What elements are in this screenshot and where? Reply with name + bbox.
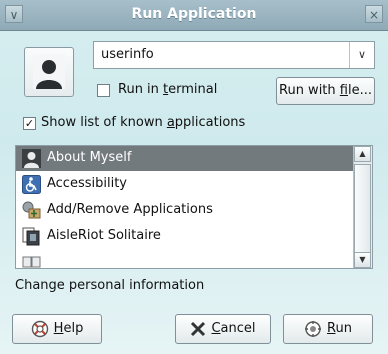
- cancel-icon: [191, 321, 206, 336]
- run-in-terminal-checkbox[interactable]: [97, 84, 110, 97]
- applications-list[interactable]: About Myself Accessibility Add/Remove Ap…: [15, 145, 373, 269]
- title-bar[interactable]: ∨ Run Application ×: [0, 0, 388, 31]
- show-list-label[interactable]: Show list of known applications: [41, 115, 245, 130]
- run-application-dialog: ∨ Run Application × userinfo ∨ Run in te…: [0, 0, 388, 354]
- list-item[interactable]: Accessibility: [16, 172, 355, 197]
- run-with-file-button[interactable]: Run with file...: [276, 77, 375, 105]
- application-icon: [24, 47, 74, 97]
- close-icon: ×: [368, 8, 380, 22]
- list-item[interactable]: [16, 250, 355, 268]
- close-button[interactable]: ×: [365, 5, 383, 23]
- scroll-down-button[interactable]: ▼: [354, 252, 371, 268]
- run-button[interactable]: Run: [283, 314, 373, 344]
- run-in-terminal-label[interactable]: Run in terminal: [118, 82, 217, 97]
- package-icon: [22, 201, 41, 219]
- list-item[interactable]: About Myself: [16, 146, 355, 171]
- cards-icon: [22, 227, 40, 246]
- window-title: Run Application: [131, 6, 257, 22]
- person-icon: [22, 149, 41, 168]
- status-description: Change personal information: [15, 278, 205, 293]
- list-item[interactable]: AisleRiot Solitaire: [16, 224, 355, 249]
- chevron-down-icon[interactable]: ∨: [349, 42, 374, 68]
- show-list-checkbox[interactable]: ✓: [23, 117, 36, 130]
- command-input[interactable]: userinfo: [101, 47, 154, 62]
- list-item[interactable]: Add/Remove Applications: [16, 198, 355, 223]
- list-scrollbar[interactable]: ▲ ▼: [353, 146, 372, 268]
- accessibility-icon: [22, 175, 41, 194]
- application-icon: [22, 256, 41, 268]
- help-button[interactable]: Help: [12, 314, 102, 344]
- help-icon: [31, 320, 48, 337]
- run-icon: [305, 320, 322, 337]
- arrow-down-icon: ▼: [359, 255, 366, 264]
- arrow-up-icon: ▲: [359, 149, 366, 158]
- scroll-up-button[interactable]: ▲: [354, 146, 371, 162]
- cancel-button[interactable]: Cancel: [175, 314, 271, 344]
- command-combobox[interactable]: userinfo ∨: [93, 41, 375, 69]
- person-icon: [33, 55, 65, 89]
- checkmark-icon: ✓: [24, 117, 35, 130]
- scrollbar-thumb[interactable]: [354, 164, 371, 254]
